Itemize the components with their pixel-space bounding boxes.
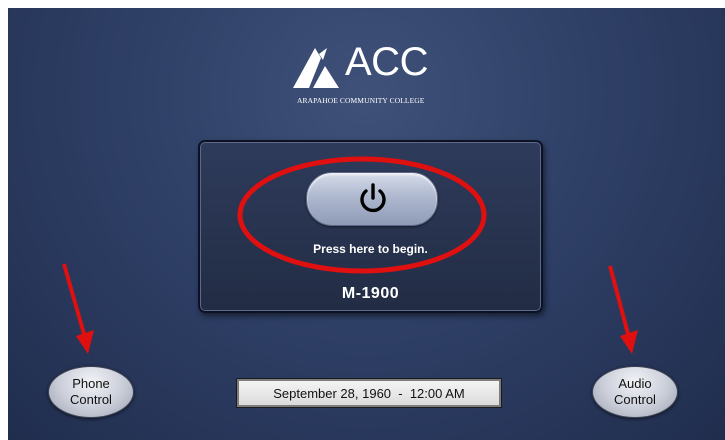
date-time-display: September 28, 1960 - 12:00 AM: [236, 378, 502, 408]
phone-label-line-1: Phone: [72, 376, 110, 391]
press-here-label: Press here to begin.: [313, 242, 428, 256]
touch-panel-screen: ACC ARAPAHOE COMMUNITY COLLEGE Press her…: [8, 8, 725, 440]
audio-label-line-1: Audio: [618, 376, 652, 391]
power-icon: [360, 183, 386, 213]
room-label: M-1900: [341, 285, 400, 302]
phone-label-line-2: Control: [70, 392, 112, 407]
phone-control-label: Phone Control: [70, 376, 112, 408]
acc-logo-icon: [293, 48, 339, 88]
audio-label-line-2: Control: [614, 392, 656, 407]
phone-control-button[interactable]: Phone Control: [48, 366, 134, 418]
logo-subtitle: ARAPAHOE COMMUNITY COLLEGE: [297, 96, 425, 105]
power-button[interactable]: [306, 172, 438, 226]
acc-logo: ACC ARAPAHOE COMMUNITY COLLEGE: [291, 40, 471, 108]
start-panel: Press here to begin. M-1900: [198, 140, 543, 313]
audio-control-label: Audio Control: [614, 376, 656, 408]
audio-control-button[interactable]: Audio Control: [592, 366, 678, 418]
logo-title: ACC: [345, 40, 428, 84]
